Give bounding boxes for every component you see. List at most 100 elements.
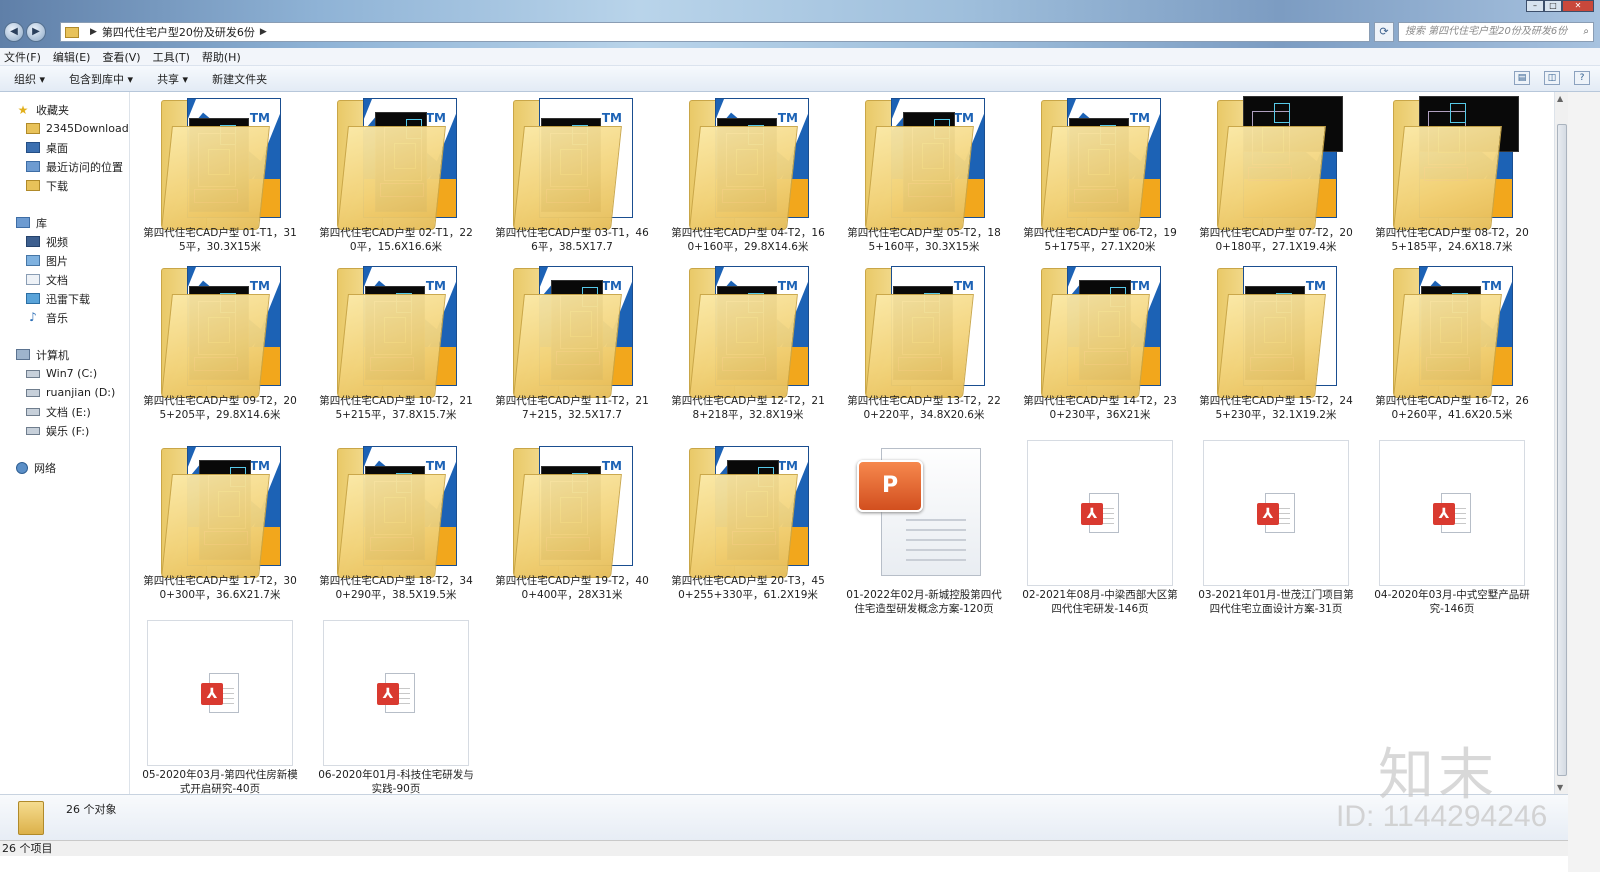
- nav-item-pictures[interactable]: 图片: [0, 251, 129, 270]
- item-name[interactable]: 第四代住宅CAD户型 09-T2，205+205平，29.8X14.6米: [140, 394, 300, 422]
- folder-item[interactable]: TM 第四代住宅CAD户型 11-T2，217+215，32.5X17.7: [492, 260, 652, 436]
- nav-item-videos[interactable]: 视频: [0, 232, 129, 251]
- item-name[interactable]: 第四代住宅CAD户型 12-T2，218+218平，32.8X19米: [668, 394, 828, 422]
- nav-item-thunder-downloads[interactable]: 迅雷下载: [0, 289, 129, 308]
- view-options-icon[interactable]: ▤: [1514, 71, 1530, 85]
- menu-help[interactable]: 帮助(H): [202, 49, 241, 65]
- folder-item[interactable]: TM 第四代住宅CAD户型 12-T2，218+218平，32.8X19米: [668, 260, 828, 436]
- item-name[interactable]: 第四代住宅CAD户型 02-T1，220平，15.6X16.6米: [316, 226, 476, 254]
- item-name[interactable]: 第四代住宅CAD户型 04-T2，160+160平，29.8X14.6米: [668, 226, 828, 254]
- close-button[interactable]: ✕: [1562, 0, 1594, 12]
- menu-view[interactable]: 查看(V): [102, 49, 140, 65]
- file-item[interactable]: P 01-2022年02月-新城控股第四代住宅造型研发概念方案-120页: [844, 440, 1004, 616]
- nav-item-drive-f[interactable]: 娱乐 (F:): [0, 421, 129, 440]
- nav-network[interactable]: 网络: [0, 458, 129, 477]
- scrollbar-thumb[interactable]: [1557, 124, 1567, 776]
- recent-places-icon: [26, 161, 40, 172]
- item-name[interactable]: 第四代住宅CAD户型 18-T2，340+290平，38.5X19.5米: [316, 574, 476, 602]
- item-name[interactable]: 第四代住宅CAD户型 11-T2，217+215，32.5X17.7: [492, 394, 652, 422]
- nav-item-drive-c[interactable]: Win7 (C:): [0, 364, 129, 383]
- item-name[interactable]: 03-2021年01月-世茂江门项目第四代住宅立面设计方案-31页: [1196, 588, 1356, 616]
- chevron-right-icon[interactable]: ▶: [260, 27, 267, 37]
- include-in-library-button[interactable]: 包含到库中 ▾: [69, 71, 133, 87]
- view-controls: ▤ ◫ ?: [1500, 71, 1590, 85]
- folder-item[interactable]: TM第四代住宅CAD户型 08-T2，205+185平，24.6X18.7米: [1372, 92, 1532, 268]
- item-name[interactable]: 第四代住宅CAD户型 10-T2，215+215平，37.8X15.7米: [316, 394, 476, 422]
- nav-item-downloads[interactable]: 下载: [0, 176, 129, 195]
- menu-edit[interactable]: 编辑(E): [53, 49, 91, 65]
- item-name[interactable]: 06-2020年01月-科技住宅研发与实践-90页: [316, 768, 476, 794]
- folder-item[interactable]: TM 第四代住宅CAD户型 14-T2，230+230平，36X21米: [1020, 260, 1180, 436]
- item-name[interactable]: 第四代住宅CAD户型 13-T2，220+220平，34.8X20.6米: [844, 394, 1004, 422]
- folder-item[interactable]: TM 第四代住宅CAD户型 19-T2，400+400平，28X31米: [492, 440, 652, 616]
- nav-item-downloads-2345[interactable]: 2345Downloads: [0, 119, 129, 138]
- address-bar[interactable]: ▶ 第四代住宅户型20份及研发6份 ▶: [60, 22, 1370, 42]
- item-name[interactable]: 第四代住宅CAD户型 06-T2，195+175平，27.1X20米: [1020, 226, 1180, 254]
- help-icon[interactable]: ?: [1574, 71, 1590, 85]
- folder-item[interactable]: TM 第四代住宅CAD户型 01-T1，315平，30.3X15米: [140, 92, 300, 268]
- folder-item[interactable]: TM 第四代住宅CAD户型 15-T2，245+230平，32.1X19.2米: [1196, 260, 1356, 436]
- refresh-button[interactable]: ⟳: [1374, 22, 1394, 42]
- folder-icon: TM: [1027, 92, 1173, 238]
- share-button[interactable]: 共享 ▾: [157, 71, 188, 87]
- nav-item-desktop[interactable]: 桌面: [0, 138, 129, 157]
- folder-item[interactable]: TM 第四代住宅CAD户型 13-T2，220+220平，34.8X20.6米: [844, 260, 1004, 436]
- folder-item[interactable]: TM 第四代住宅CAD户型 20-T3，450+255+330平，61.2X19米: [668, 440, 828, 616]
- scroll-up-icon[interactable]: ▲: [1557, 94, 1563, 103]
- nav-computer[interactable]: 计算机: [0, 345, 129, 364]
- item-name[interactable]: 第四代住宅CAD户型 16-T2，260+260平，41.6X20.5米: [1372, 394, 1532, 422]
- minimize-button[interactable]: –: [1526, 0, 1544, 12]
- item-name[interactable]: 第四代住宅CAD户型 05-T2，185+160平，30.3X15米: [844, 226, 1004, 254]
- folder-item[interactable]: TM 第四代住宅CAD户型 17-T2，300+300平，36.6X21.7米: [140, 440, 300, 616]
- breadcrumb-current[interactable]: 第四代住宅户型20份及研发6份: [102, 24, 255, 40]
- item-name[interactable]: 04-2020年03月-中式空墅产品研究-146页: [1372, 588, 1532, 616]
- nav-libraries[interactable]: 库: [0, 213, 129, 232]
- item-name[interactable]: 05-2020年03月-第四代住房新模式开启研究-40页: [140, 768, 300, 794]
- item-name[interactable]: 第四代住宅CAD户型 01-T1，315平，30.3X15米: [140, 226, 300, 254]
- item-name[interactable]: 01-2022年02月-新城控股第四代住宅造型研发概念方案-120页: [844, 588, 1004, 616]
- folder-item[interactable]: TM 第四代住宅CAD户型 05-T2，185+160平，30.3X15米: [844, 92, 1004, 268]
- item-name[interactable]: 第四代住宅CAD户型 15-T2，245+230平，32.1X19.2米: [1196, 394, 1356, 422]
- organize-button[interactable]: 组织 ▾: [14, 71, 45, 87]
- folder-item[interactable]: TM 第四代住宅CAD户型 06-T2，195+175平，27.1X20米: [1020, 92, 1180, 268]
- item-name[interactable]: 第四代住宅CAD户型 03-T1，466平，38.5X17.7: [492, 226, 652, 254]
- item-name[interactable]: 第四代住宅CAD户型 14-T2，230+230平，36X21米: [1020, 394, 1180, 422]
- file-item[interactable]: ⅄ 04-2020年03月-中式空墅产品研究-146页: [1372, 440, 1532, 616]
- item-name[interactable]: 第四代住宅CAD户型 20-T3，450+255+330平，61.2X19米: [668, 574, 828, 602]
- folder-item[interactable]: TM 第四代住宅CAD户型 18-T2，340+290平，38.5X19.5米: [316, 440, 476, 616]
- folder-item[interactable]: TM 第四代住宅CAD户型 04-T2，160+160平，29.8X14.6米: [668, 92, 828, 268]
- vertical-scrollbar[interactable]: ▲ ▼: [1554, 92, 1568, 794]
- menu-tools[interactable]: 工具(T): [153, 49, 190, 65]
- nav-item-recent[interactable]: 最近访问的位置: [0, 157, 129, 176]
- new-folder-button[interactable]: 新建文件夹: [212, 71, 267, 87]
- file-item[interactable]: ⅄ 06-2020年01月-科技住宅研发与实践-90页: [316, 620, 476, 794]
- folder-item[interactable]: TM 第四代住宅CAD户型 02-T1，220平，15.6X16.6米: [316, 92, 476, 268]
- item-name[interactable]: 第四代住宅CAD户型 07-T2，200+180平，27.1X19.4米: [1196, 226, 1356, 254]
- folder-icon: [65, 26, 79, 38]
- folder-icon: TM: [147, 260, 293, 406]
- search-input[interactable]: 搜索 第四代住宅户型20份及研发6份 ⌕: [1398, 22, 1594, 42]
- file-item[interactable]: ⅄ 02-2021年08月-中梁西部大区第四代住宅研发-146页: [1020, 440, 1180, 616]
- item-name[interactable]: 第四代住宅CAD户型 08-T2，205+185平，24.6X18.7米: [1372, 226, 1532, 254]
- menu-file[interactable]: 文件(F): [4, 49, 41, 65]
- folder-item[interactable]: TM 第四代住宅CAD户型 09-T2，205+205平，29.8X14.6米: [140, 260, 300, 436]
- nav-item-music[interactable]: ♪ 音乐: [0, 308, 129, 327]
- folder-item[interactable]: TM 第四代住宅CAD户型 10-T2，215+215平，37.8X15.7米: [316, 260, 476, 436]
- file-item[interactable]: ⅄ 05-2020年03月-第四代住房新模式开启研究-40页: [140, 620, 300, 794]
- nav-item-drive-d[interactable]: ruanjian (D:): [0, 383, 129, 402]
- preview-pane-icon[interactable]: ◫: [1544, 71, 1560, 85]
- nav-item-drive-e[interactable]: 文档 (E:): [0, 402, 129, 421]
- item-name[interactable]: 第四代住宅CAD户型 19-T2，400+400平，28X31米: [492, 574, 652, 602]
- folder-item[interactable]: TM 第四代住宅CAD户型 03-T1，466平，38.5X17.7: [492, 92, 652, 268]
- file-item[interactable]: ⅄ 03-2021年01月-世茂江门项目第四代住宅立面设计方案-31页: [1196, 440, 1356, 616]
- item-name[interactable]: 02-2021年08月-中梁西部大区第四代住宅研发-146页: [1020, 588, 1180, 616]
- folder-item[interactable]: TM 第四代住宅CAD户型 16-T2，260+260平，41.6X20.5米: [1372, 260, 1532, 436]
- item-name[interactable]: 第四代住宅CAD户型 17-T2，300+300平，36.6X21.7米: [140, 574, 300, 602]
- back-button[interactable]: ◀: [4, 22, 24, 42]
- maximize-button[interactable]: □: [1544, 0, 1562, 12]
- scroll-down-icon[interactable]: ▼: [1557, 783, 1563, 792]
- folder-item[interactable]: TM第四代住宅CAD户型 07-T2，200+180平，27.1X19.4米: [1196, 92, 1356, 268]
- nav-item-documents[interactable]: 文档: [0, 270, 129, 289]
- forward-button[interactable]: ▶: [26, 22, 46, 42]
- nav-favorites[interactable]: ★ 收藏夹: [0, 100, 129, 119]
